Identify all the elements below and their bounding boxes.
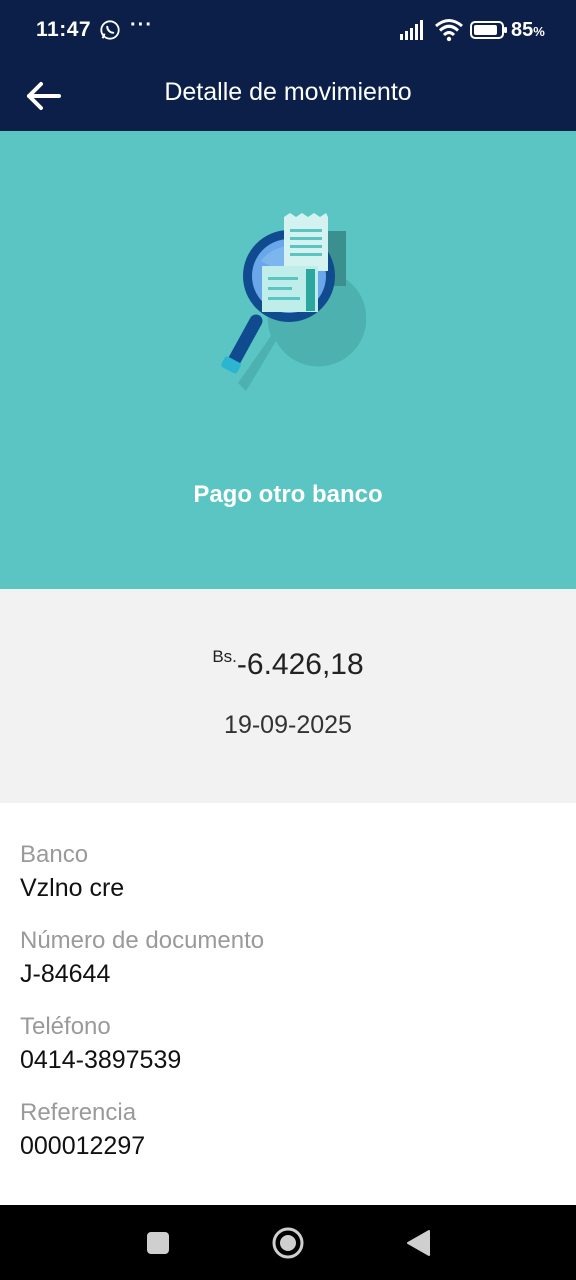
more-notifications-icon: ··· [130,14,153,36]
phone-value: 0414-3897539 [20,1046,182,1074]
transaction-date: 19-09-2025 [224,711,352,739]
amount-line: Bs.-6.426,18 [0,647,576,682]
currency-label: Bs. [212,647,237,666]
battery-percent: 85% [511,19,545,41]
hero-banner: Pago otro banco [0,131,576,589]
amount-value: -6.426,18 [236,648,364,681]
recents-button[interactable] [140,1225,176,1261]
signal-icon [400,20,423,40]
app-bar: Detalle de movimiento [0,60,576,131]
details-list: Banco Vzlno cre Número de documento J-84… [0,803,576,1205]
reference-label: Referencia [20,1099,137,1126]
home-button[interactable] [270,1225,306,1261]
square-icon [147,1232,169,1254]
battery-icon [470,21,507,39]
bank-label: Banco [20,841,89,868]
wifi-icon [435,19,463,42]
magnifier-receipt-illustration [221,213,366,391]
status-bar: 11:47 ··· 85% [0,0,576,60]
status-time: 11:47 [36,18,92,41]
phone-label: Teléfono [20,1013,111,1040]
document-number-value: J-84644 [20,960,111,988]
page-title: Detalle de movimiento [164,78,412,106]
transaction-type: Pago otro banco [193,481,383,508]
system-nav-bar [0,1205,576,1280]
nav-back-button[interactable] [400,1225,436,1261]
circle-icon [272,1227,304,1259]
reference-value: 000012297 [20,1132,146,1160]
document-number-label: Número de documento [20,927,265,954]
triangle-back-icon [407,1230,430,1256]
amount-card: Bs.-6.426,18 19-09-2025 [0,589,576,803]
bank-value: Vzlno cre [20,874,125,902]
whatsapp-icon [100,20,120,40]
